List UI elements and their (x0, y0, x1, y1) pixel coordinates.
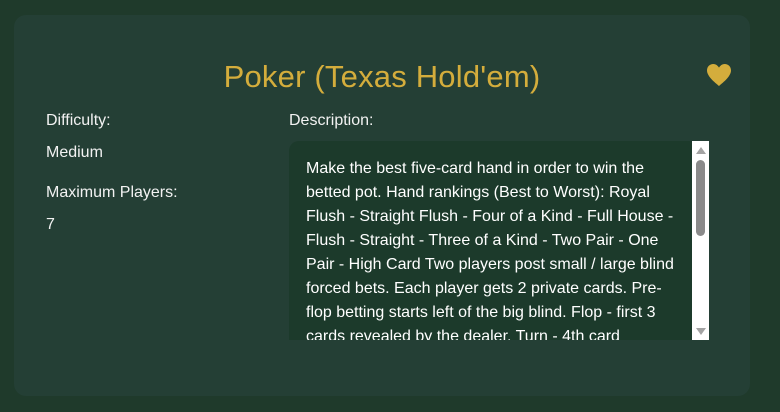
description-label: Description: (289, 112, 374, 129)
max-players-value: 7 (46, 216, 55, 233)
scroll-thumb[interactable] (696, 160, 705, 236)
max-players-label: Maximum Players: (46, 184, 178, 201)
scroll-down-arrow-icon[interactable] (696, 328, 706, 335)
game-title: Poker (Texas Hold'em) (223, 59, 541, 94)
description-text: Make the best five-card hand in order to… (306, 160, 674, 340)
difficulty-value: Medium (46, 144, 103, 161)
favorite-button[interactable] (706, 63, 732, 87)
difficulty-label: Difficulty: (46, 112, 111, 129)
scroll-up-arrow-icon[interactable] (696, 147, 706, 154)
description-box[interactable]: Make the best five-card hand in order to… (289, 141, 709, 340)
description-scrollbar[interactable] (692, 141, 709, 340)
heart-icon (707, 64, 731, 86)
